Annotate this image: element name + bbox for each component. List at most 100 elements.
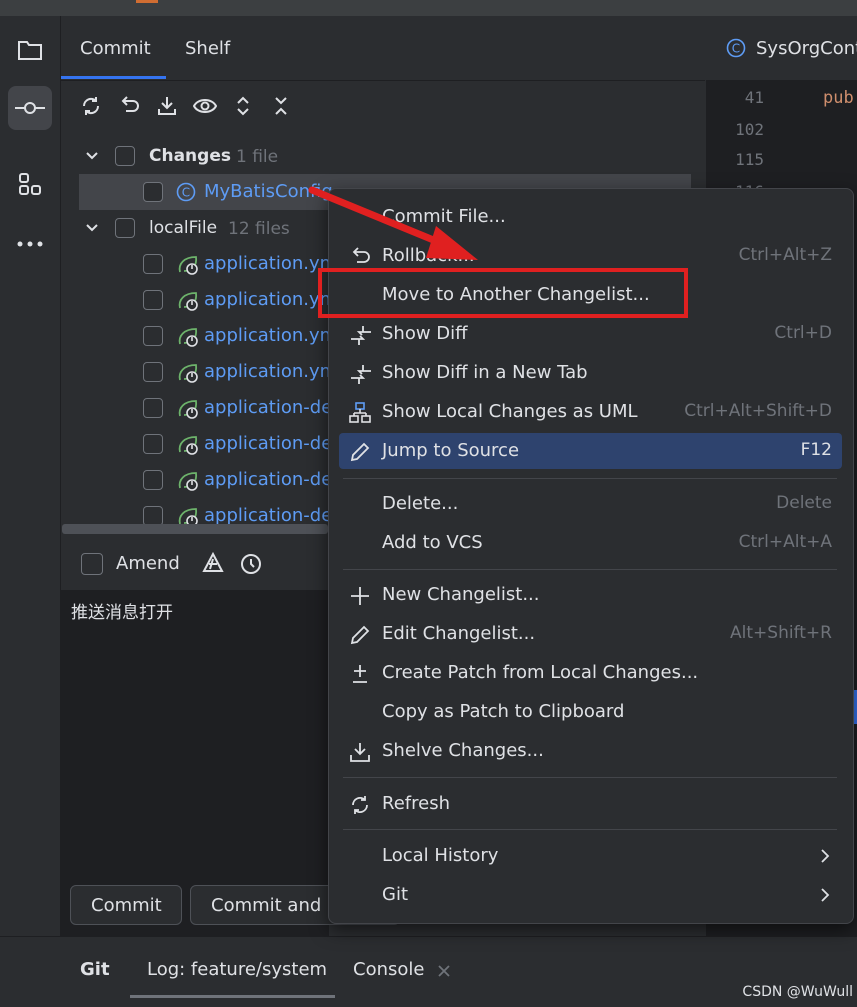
svg-text:C: C [182, 186, 190, 200]
collapse-all-icon[interactable] [269, 94, 293, 118]
menu-item-git[interactable]: Git [339, 877, 842, 913]
menu-item-label: Create Patch from Local Changes... [382, 662, 699, 683]
changelist-checkbox[interactable] [115, 218, 135, 238]
menu-item-shelve-changes[interactable]: Shelve Changes... [339, 733, 842, 769]
menu-item-label: Delete... [382, 493, 459, 514]
spring-config-icon [178, 436, 198, 455]
more-icon[interactable] [8, 222, 52, 266]
eye-icon[interactable] [193, 94, 217, 118]
chevron-down-icon[interactable] [85, 149, 99, 163]
menu-item-create-patch[interactable]: Create Patch from Local Changes... [339, 655, 842, 691]
changelist-name: localFile [149, 218, 218, 238]
menu-item-label: Copy as Patch to Clipboard [382, 701, 625, 722]
update-icon[interactable] [155, 94, 179, 118]
changelist-checkbox[interactable] [115, 146, 135, 166]
class-icon: C [726, 38, 746, 58]
menu-item-show-diff-new-tab[interactable]: Show Diff in a New Tab [339, 355, 842, 391]
menu-item-show-uml[interactable]: Show Local Changes as UML Ctrl+Alt+Shift+… [339, 394, 842, 430]
menu-item-commit-file[interactable]: Commit File... [339, 199, 842, 235]
tab-commit[interactable]: Commit [80, 38, 151, 59]
file-checkbox[interactable] [143, 326, 163, 346]
tab-shelf[interactable]: Shelf [185, 38, 230, 59]
expand-all-icon[interactable] [231, 94, 255, 118]
menu-item-shortcut: Delete [776, 493, 832, 513]
class-icon: C [176, 182, 196, 202]
file-checkbox[interactable] [143, 182, 163, 202]
menu-separator [343, 478, 837, 479]
commit-tool-icon[interactable] [8, 86, 52, 130]
ai-assistant-icon[interactable] [201, 552, 225, 576]
menu-item-label: Edit Changelist... [382, 623, 536, 644]
file-checkbox[interactable] [143, 434, 163, 454]
tool-window-strip [0, 16, 61, 1006]
watermark: CSDN @WuWull [742, 984, 853, 1000]
file-checkbox[interactable] [143, 398, 163, 418]
tab-log[interactable]: Log: feature/system [147, 959, 327, 980]
menu-item-copy-patch[interactable]: Copy as Patch to Clipboard [339, 694, 842, 730]
file-checkbox[interactable] [143, 290, 163, 310]
spring-config-icon [178, 472, 198, 491]
file-checkbox[interactable] [143, 362, 163, 382]
menu-separator [343, 829, 837, 830]
refresh-icon[interactable] [79, 94, 103, 118]
patch-icon [349, 663, 371, 685]
menu-item-show-diff[interactable]: Show Diff Ctrl+D [339, 316, 842, 352]
horizontal-scrollbar[interactable] [62, 524, 328, 534]
menu-item-new-changelist[interactable]: New Changelist... [339, 577, 842, 613]
changelist-count: 1 file [236, 147, 279, 167]
git-tool-label: Git [80, 959, 110, 980]
line-number: 102 [735, 120, 764, 139]
rollback-icon[interactable] [117, 94, 141, 118]
menu-item-add-to-vcs[interactable]: Add to VCS Ctrl+Alt+A [339, 525, 842, 561]
shelve-icon [349, 741, 371, 763]
file-name: application-de [204, 505, 333, 526]
commit-toolbar [79, 94, 293, 118]
uml-icon [349, 402, 371, 424]
menu-item-jump-to-source[interactable]: Jump to Source F12 [339, 433, 842, 469]
history-clock-icon[interactable] [239, 552, 263, 576]
menu-item-local-history[interactable]: Local History [339, 838, 842, 874]
amend-checkbox[interactable] [81, 553, 103, 575]
menu-item-refresh[interactable]: Refresh [339, 786, 842, 822]
menu-item-shortcut: F12 [800, 440, 832, 460]
menu-separator [343, 777, 837, 778]
menu-item-shortcut: Ctrl+D [774, 323, 832, 343]
highlight-annotation-box [318, 268, 688, 318]
menu-item-delete[interactable]: Delete... Delete [339, 486, 842, 522]
active-tab-indicator [130, 995, 335, 998]
file-checkbox[interactable] [143, 506, 163, 526]
menu-item-label: Commit File... [382, 206, 506, 227]
project-folder-icon[interactable] [8, 28, 52, 72]
editor-tab-title[interactable]: SysOrgCont [756, 38, 857, 59]
line-number: 115 [735, 150, 764, 169]
menu-item-shortcut: Ctrl+Alt+Shift+D [684, 401, 832, 421]
svg-text:C: C [732, 42, 740, 56]
diff-icon [349, 324, 371, 346]
line-number: 41 [744, 88, 764, 107]
menu-item-label: Jump to Source [382, 440, 520, 461]
amend-label[interactable]: Amend [116, 553, 180, 574]
active-tab-indicator [61, 76, 166, 79]
file-checkbox[interactable] [143, 470, 163, 490]
refresh-icon [349, 794, 371, 816]
tab-console[interactable]: Console [353, 959, 424, 980]
file-checkbox[interactable] [143, 254, 163, 274]
changelist-row[interactable]: Changes 1 file [61, 138, 691, 174]
commit-button[interactable]: Commit [70, 885, 182, 925]
close-icon[interactable] [437, 964, 451, 978]
menu-item-label: Shelve Changes... [382, 740, 544, 761]
spring-config-icon [178, 328, 198, 347]
commit-message-text: 推送消息打开 [71, 603, 173, 623]
spring-config-icon [178, 400, 198, 419]
file-name: application-de [204, 433, 333, 454]
chevron-right-icon [821, 849, 830, 863]
spring-config-icon [178, 364, 198, 383]
spring-config-icon [178, 292, 198, 311]
spring-config-icon [178, 256, 198, 275]
file-name: application-de [204, 469, 333, 490]
title-bar [0, 0, 857, 16]
chevron-down-icon[interactable] [85, 221, 99, 235]
menu-item-edit-changelist[interactable]: Edit Changelist... Alt+Shift+R [339, 616, 842, 652]
code-keyword[interactable]: pub [823, 88, 854, 108]
structure-icon[interactable] [8, 162, 52, 206]
